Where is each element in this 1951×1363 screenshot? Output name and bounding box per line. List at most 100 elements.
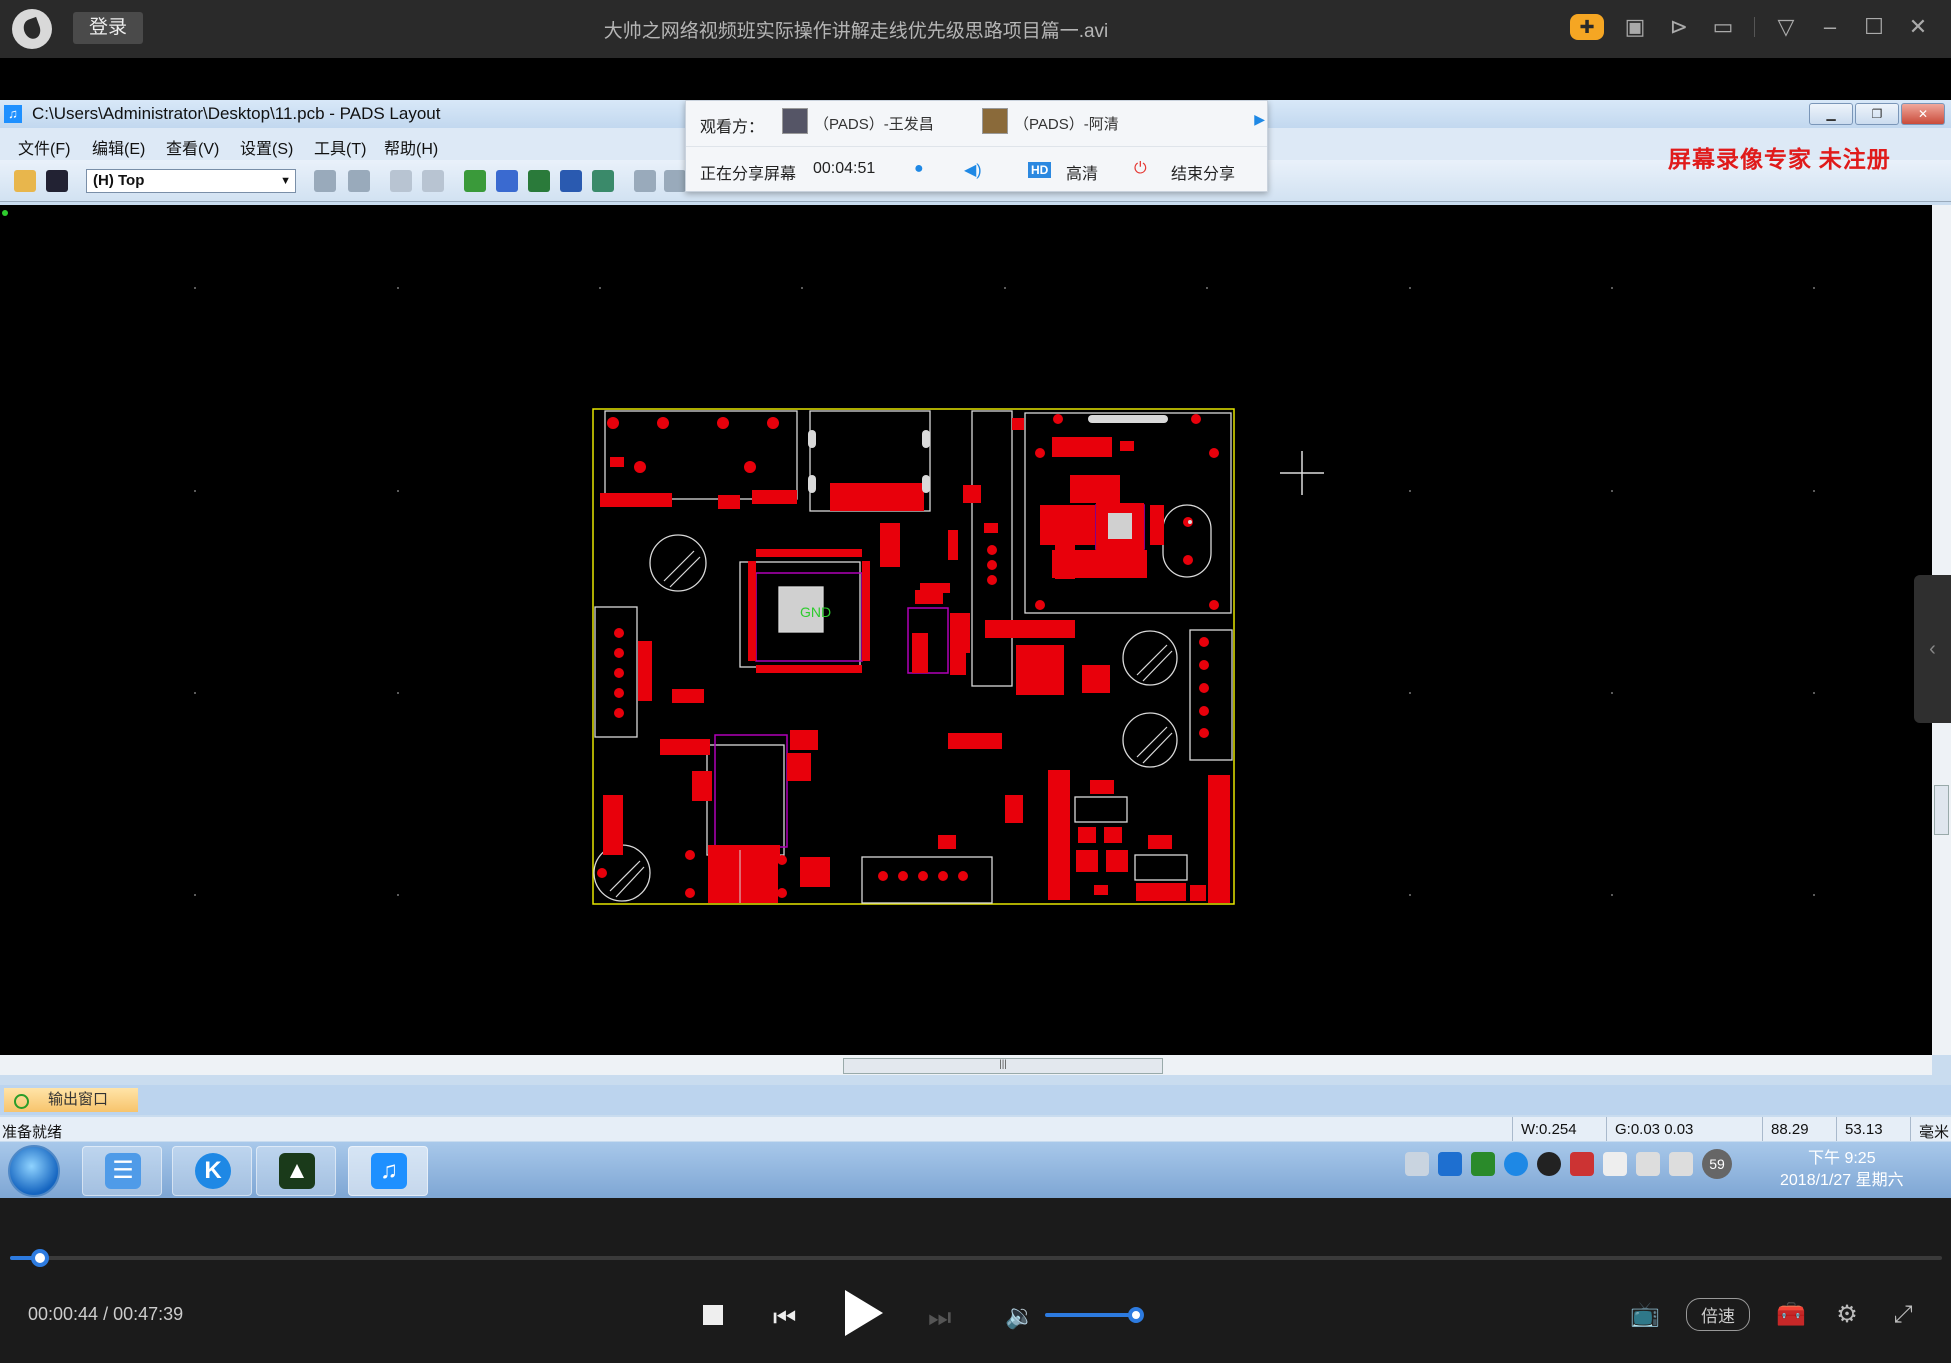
zoom-area-icon[interactable]	[422, 170, 444, 192]
volume-slider[interactable]	[1045, 1307, 1144, 1323]
progress-knob[interactable]	[30, 1249, 49, 1267]
expand-arrow-icon[interactable]: ▶	[1254, 111, 1265, 128]
shield-icon[interactable]	[1438, 1152, 1462, 1176]
performance-badge[interactable]: 59	[1702, 1149, 1732, 1179]
taskbar-k-app[interactable]: K	[172, 1146, 252, 1196]
keyboard-icon[interactable]	[1405, 1152, 1429, 1176]
redo-icon[interactable]	[664, 170, 686, 192]
status-ready: 准备就绪	[2, 1124, 63, 1141]
menu-tools[interactable]: 工具(T)	[314, 135, 366, 159]
vertical-scroll-thumb[interactable]	[1934, 785, 1949, 835]
refresh-icon[interactable]	[348, 170, 370, 192]
player-controls: 00:00:44 / 00:47:39 ⏮ ⏭ 🔉 📺 倍速 🧰 ⚙ ⤢	[0, 1198, 1951, 1363]
menu-file[interactable]: 文件(F)	[18, 135, 70, 159]
pads-close-button[interactable]: ✕	[1901, 103, 1945, 125]
status-y: 53.13	[1836, 1117, 1883, 1141]
end-share-button[interactable]: 结束分享	[1171, 160, 1235, 184]
route-icon[interactable]	[464, 170, 486, 192]
pads-window-title: C:\Users\Administrator\Desktop\11.pcb - …	[32, 104, 441, 123]
previous-button[interactable]: ⏮	[773, 1302, 796, 1334]
video-title: 大帅之网络视频班实际操作讲解走线优先级思路项目篇一.avi	[603, 21, 1109, 42]
sharing-label: 正在分享屏幕	[700, 166, 797, 183]
folder-icon[interactable]: ▭	[1710, 14, 1736, 40]
pads-taskbar-icon: ♫	[371, 1153, 407, 1189]
tv-cast-icon[interactable]: 📺	[1630, 1300, 1660, 1329]
output-window-tab[interactable]: 输出窗口	[4, 1088, 138, 1112]
menu-help[interactable]: 帮助(H)	[384, 135, 438, 159]
toolbox-icon[interactable]: 🧰	[1776, 1300, 1806, 1329]
clipboard-icon[interactable]	[1603, 1152, 1627, 1176]
system-tray: 59	[1405, 1149, 1732, 1179]
system-clock[interactable]: 下午 9:25 2018/1/27 星期六	[1780, 1148, 1904, 1192]
menu-view[interactable]: 查看(V)	[166, 135, 219, 159]
signal-icon[interactable]	[1636, 1152, 1660, 1176]
viewer2-name: （PADS）-阿清	[1014, 116, 1119, 133]
grid-dots	[194, 287, 1815, 896]
pcb-drawing: GND	[2, 210, 1815, 905]
close-icon[interactable]: ✕	[1905, 14, 1931, 40]
microphone-icon[interactable]: ●	[914, 160, 924, 178]
stop-button[interactable]	[703, 1305, 723, 1325]
bga-icon[interactable]	[592, 170, 614, 192]
image-viewer-icon: ▲	[279, 1153, 315, 1189]
progress-bar[interactable]	[10, 1249, 1942, 1267]
taskbar-pads-app[interactable]: ♫	[348, 1146, 428, 1196]
volume-icon[interactable]: 🔉	[1005, 1302, 1035, 1331]
minimize-icon[interactable]: –	[1817, 14, 1843, 40]
viewer1-avatar	[782, 108, 808, 134]
pin-icon[interactable]: ⊳	[1666, 14, 1692, 40]
recorder-tray-icon[interactable]	[1570, 1152, 1594, 1176]
layer-select[interactable]: (H) Top	[86, 169, 296, 193]
menu-edit[interactable]: 编辑(E)	[92, 135, 145, 159]
pads-app-icon: ♫	[4, 105, 22, 123]
design-icon[interactable]	[528, 170, 550, 192]
open-file-icon[interactable]	[14, 170, 36, 192]
status-grid: G:0.03 0.03	[1606, 1117, 1693, 1141]
drafting-icon[interactable]	[496, 170, 518, 192]
pcb-canvas[interactable]: GND	[0, 205, 1932, 1055]
taskbar-image-app[interactable]: ▲	[256, 1146, 336, 1196]
taskbar-chat-app[interactable]: ☰	[82, 1146, 162, 1196]
total-time: 00:47:39	[113, 1304, 184, 1324]
hd-badge[interactable]: HD	[1028, 162, 1052, 178]
time-display: 00:00:44 / 00:47:39	[28, 1304, 183, 1325]
gnd-label: GND	[800, 604, 831, 620]
volume-tray-icon[interactable]	[1669, 1152, 1693, 1176]
k-tray-icon[interactable]	[1504, 1152, 1528, 1176]
pads-restore-button[interactable]: ❐	[1855, 103, 1899, 125]
screen-share-popup: 观看方： （PADS）-王发昌 （PADS）-阿清 ▶ 正在分享屏幕 00:04…	[685, 100, 1268, 192]
gamepad-icon[interactable]: ✚	[1570, 14, 1604, 40]
start-button[interactable]	[8, 1145, 60, 1197]
hd-label[interactable]: 高清	[1066, 160, 1098, 184]
time-separator: /	[98, 1304, 114, 1324]
sharing-time: 00:04:51	[813, 160, 876, 177]
qq-icon[interactable]	[1537, 1152, 1561, 1176]
speed-button[interactable]: 倍速	[1686, 1298, 1750, 1331]
status-x: 88.29	[1762, 1117, 1809, 1141]
power-icon[interactable]: ⏻	[1134, 160, 1147, 178]
zoom-icon[interactable]	[390, 170, 412, 192]
redraw-icon[interactable]	[314, 170, 336, 192]
viewer2-avatar	[982, 108, 1008, 134]
pads-minimize-button[interactable]: ▁	[1809, 103, 1853, 125]
player-side-tab[interactable]: ‹	[1914, 575, 1951, 723]
horizontal-scroll-thumb[interactable]: |||	[843, 1058, 1163, 1074]
menu-down-icon[interactable]: ▽	[1773, 14, 1799, 40]
maximize-icon[interactable]: ☐	[1861, 14, 1887, 40]
horizontal-scrollbar[interactable]: |||	[0, 1055, 1932, 1075]
undo-icon[interactable]	[634, 170, 656, 192]
save-icon[interactable]	[46, 170, 68, 192]
speaker-icon[interactable]: ◀)	[964, 160, 982, 180]
settings-gear-icon[interactable]: ⚙	[1832, 1300, 1862, 1329]
layout-icon[interactable]: ▣	[1622, 14, 1648, 40]
next-button[interactable]: ⏭	[928, 1302, 951, 1334]
volume-knob[interactable]	[1128, 1307, 1144, 1323]
viewer1-name: （PADS）-王发昌	[814, 116, 934, 133]
pads-status-bar: 准备就绪 W:0.254 G:0.03 0.03 88.29 53.13 毫米	[0, 1117, 1951, 1141]
network-app-icon[interactable]	[1471, 1152, 1495, 1176]
ecro-icon[interactable]	[560, 170, 582, 192]
menu-settings[interactable]: 设置(S)	[240, 135, 293, 159]
play-button[interactable]	[845, 1290, 883, 1336]
fullscreen-icon[interactable]: ⤢	[1888, 1301, 1918, 1329]
chat-icon: ☰	[105, 1153, 141, 1189]
